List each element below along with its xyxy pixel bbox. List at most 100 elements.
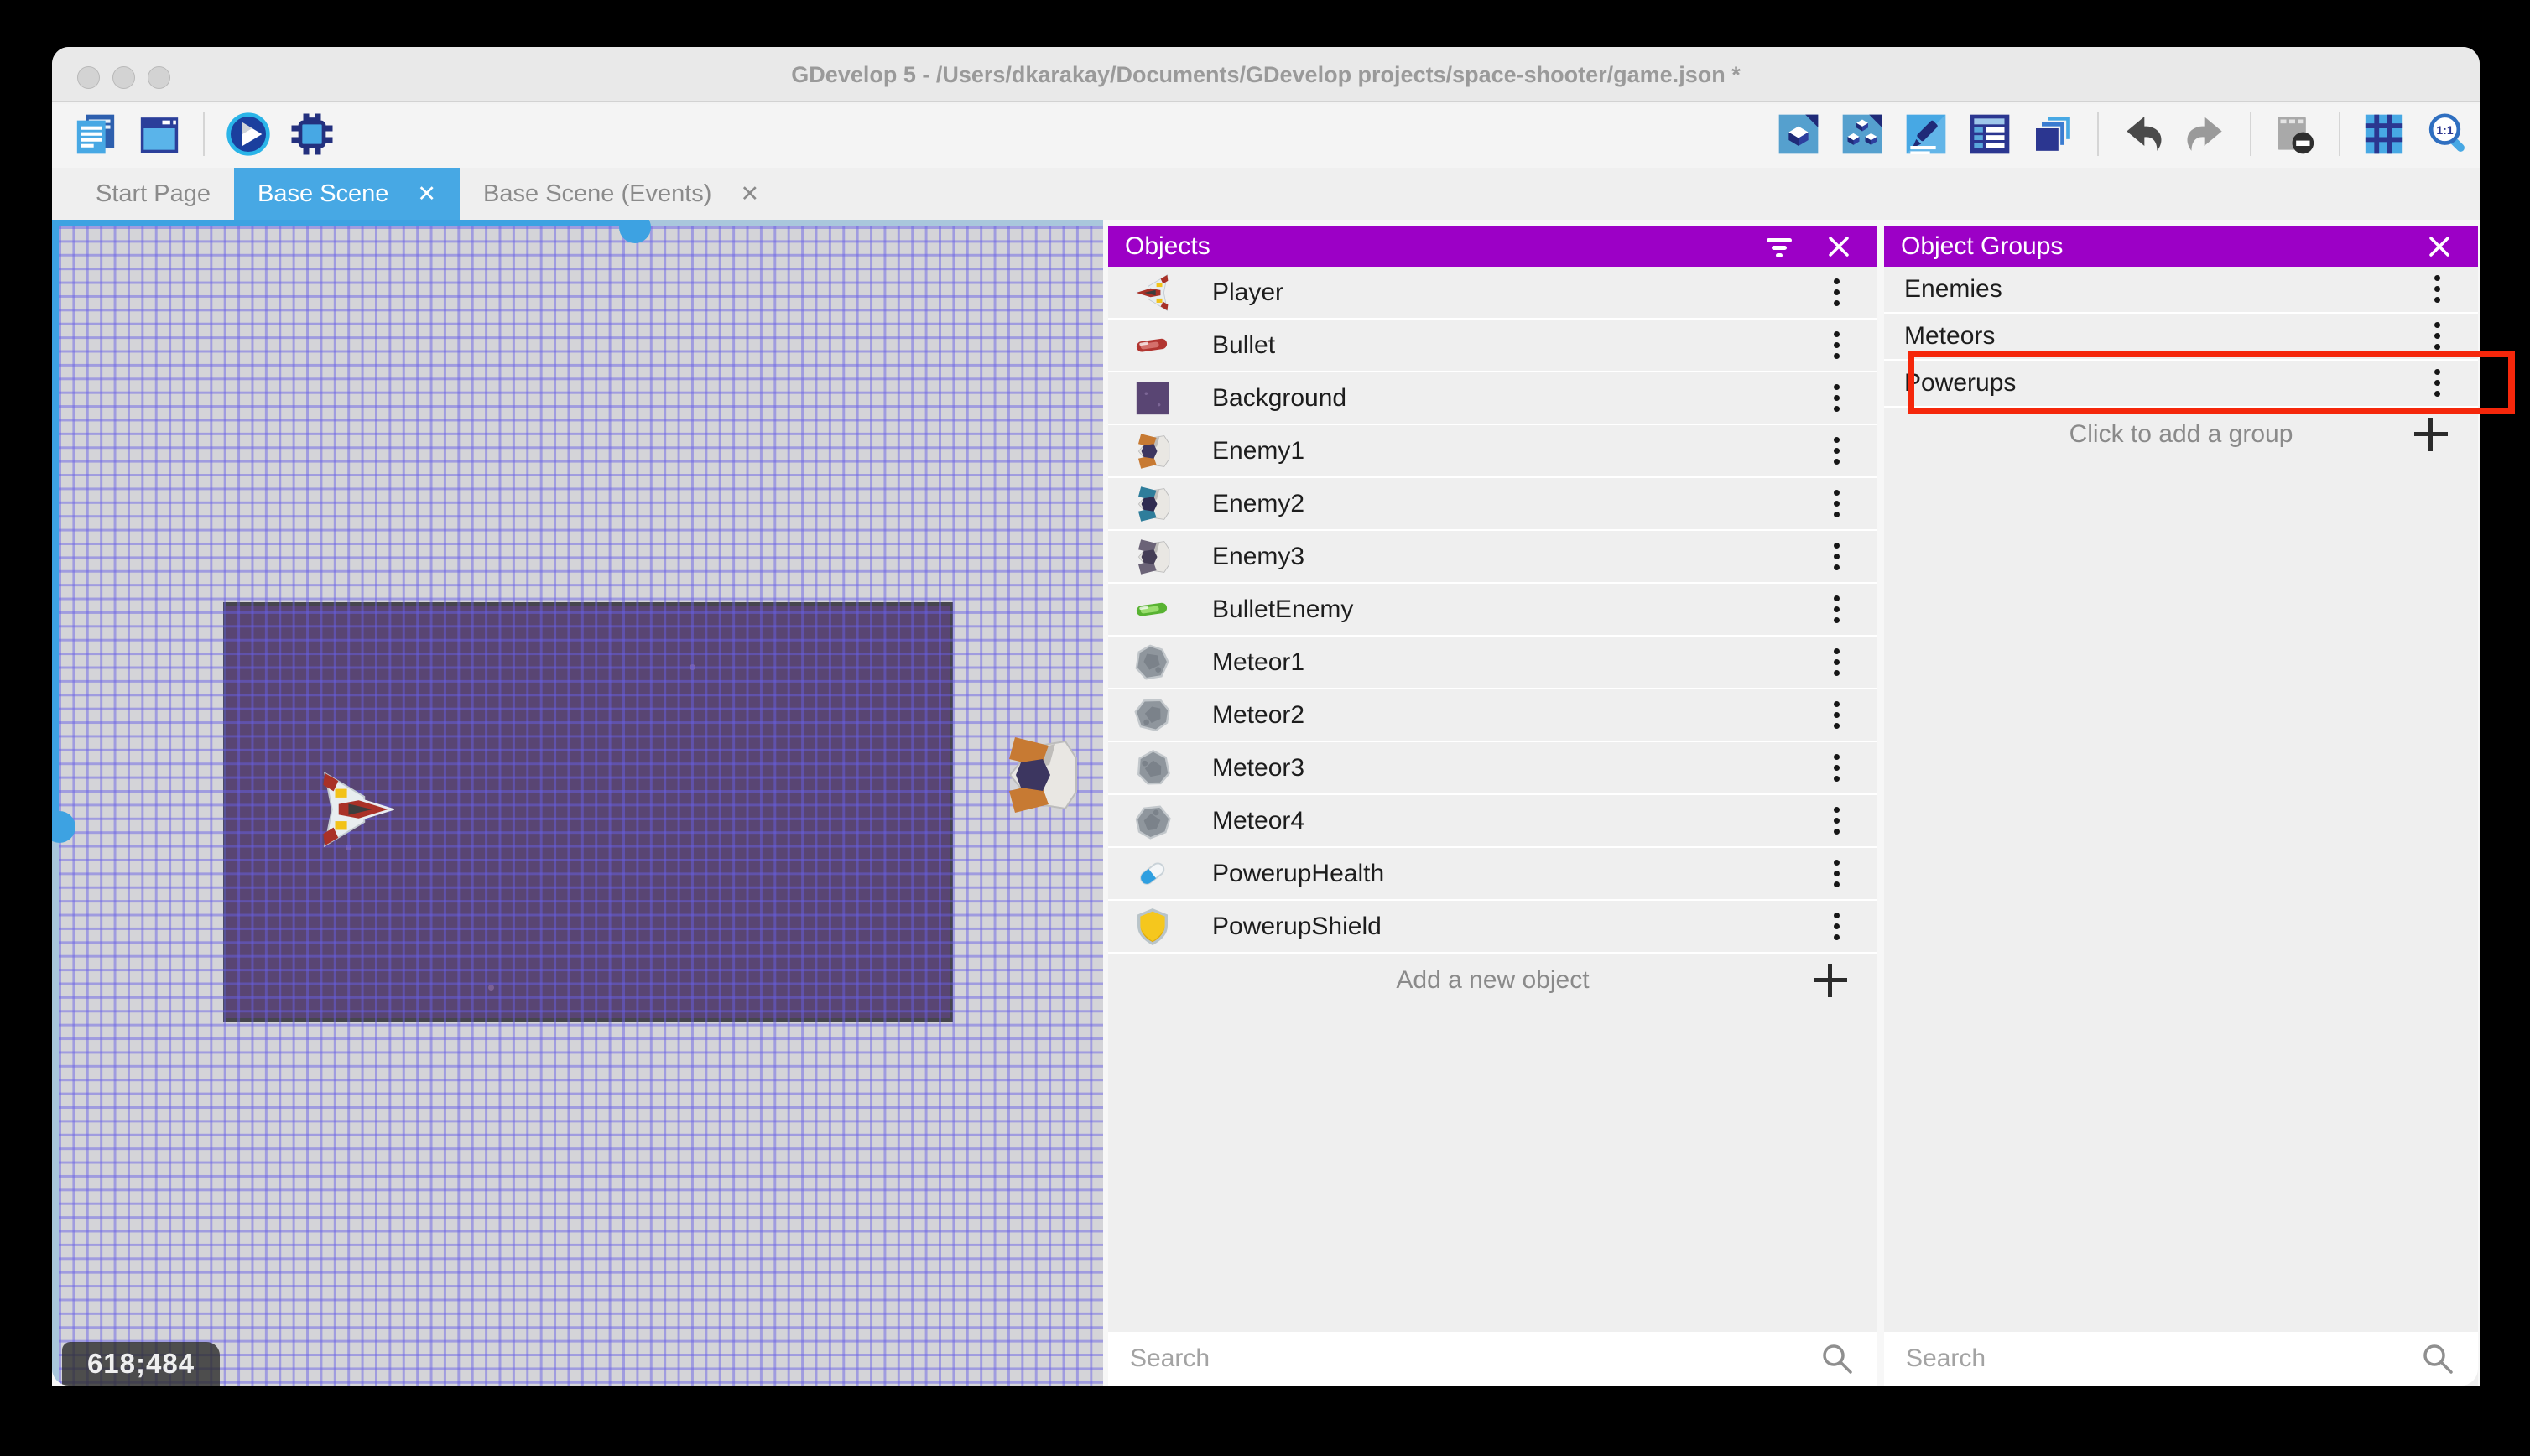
tab-close-icon[interactable]: ✕ <box>417 181 436 207</box>
object-groups-panel-title: Object Groups <box>1901 232 2064 260</box>
object-menu-icon[interactable] <box>1834 857 1840 891</box>
object-row-player[interactable]: Player <box>1108 267 1877 320</box>
objects-search-input[interactable] <box>1108 1344 1819 1373</box>
tab-label: Base Scene (Events) <box>483 179 712 207</box>
object-menu-icon[interactable] <box>1834 910 1840 944</box>
player-sprite[interactable] <box>315 770 396 848</box>
object-row-powerupshield[interactable]: PowerupShield <box>1108 901 1877 954</box>
object-menu-icon[interactable] <box>1834 276 1840 309</box>
object-label: Meteor4 <box>1212 806 1305 835</box>
toolbar-separator <box>2339 112 2340 156</box>
objects-panel-title: Objects <box>1125 232 1210 260</box>
background-icon <box>1133 379 1172 418</box>
object-row-bullet[interactable]: Bullet <box>1108 320 1877 372</box>
object-label: PowerupHealth <box>1212 859 1385 887</box>
bullet-enemy-icon <box>1133 590 1172 629</box>
main-toolbar: 1:1 <box>52 104 2480 168</box>
meteor1-icon <box>1133 643 1172 682</box>
object-row-meteor1[interactable]: Meteor1 <box>1108 637 1877 689</box>
toolbar-separator <box>2097 112 2099 156</box>
object-menu-icon[interactable] <box>1834 487 1840 521</box>
enemy-sprite[interactable] <box>998 733 1082 824</box>
objects-search-bar <box>1108 1332 1877 1386</box>
plus-icon <box>1814 963 1847 997</box>
object-row-poweruphealth[interactable]: PowerupHealth <box>1108 848 1877 901</box>
object-label: PowerupShield <box>1212 912 1382 940</box>
object-label: Enemy1 <box>1212 436 1305 465</box>
vertical-scrollbar[interactable] <box>52 220 75 1386</box>
grid-icon[interactable] <box>2359 109 2409 159</box>
close-icon[interactable] <box>1820 228 1857 265</box>
group-menu-icon[interactable] <box>2434 367 2441 400</box>
group-label: Powerups <box>1904 369 2017 397</box>
tab-base-scene[interactable]: Base Scene ✕ <box>234 168 461 220</box>
zoom-1-1-icon[interactable]: 1:1 <box>2423 109 2473 159</box>
bullet-icon <box>1133 326 1172 365</box>
horizontal-scrollbar[interactable] <box>52 220 1103 243</box>
object-menu-icon[interactable] <box>1834 751 1840 785</box>
add-object-label: Add a new object <box>1396 965 1590 994</box>
enemy3-icon <box>1133 538 1172 576</box>
object-row-enemy2[interactable]: Enemy2 <box>1108 478 1877 531</box>
object-row-meteor3[interactable]: Meteor3 <box>1108 742 1877 795</box>
group-label: Enemies <box>1904 275 2002 303</box>
object-menu-icon[interactable] <box>1834 646 1840 679</box>
object-menu-icon[interactable] <box>1834 540 1840 574</box>
object-row-meteor2[interactable]: Meteor2 <box>1108 689 1877 742</box>
group-menu-icon[interactable] <box>2434 273 2441 306</box>
object-label: Enemy3 <box>1212 542 1305 570</box>
plus-icon <box>2414 417 2448 451</box>
redo-icon[interactable] <box>2181 109 2231 159</box>
add-group-label: Click to add a group <box>2069 419 2293 448</box>
object-editor-icon[interactable] <box>1773 109 1824 159</box>
object-menu-icon[interactable] <box>1834 382 1840 415</box>
scene-window-icon[interactable] <box>134 109 185 159</box>
groups-search-bar <box>1884 1332 2478 1386</box>
object-label: Enemy2 <box>1212 489 1305 517</box>
object-groups-editor-icon[interactable] <box>1837 109 1887 159</box>
add-group-button[interactable]: Click to add a group <box>1884 408 2478 460</box>
layers-icon[interactable] <box>2028 109 2079 159</box>
group-menu-icon[interactable] <box>2434 320 2441 353</box>
filter-icon[interactable] <box>1762 228 1799 265</box>
scene-canvas[interactable]: 618;484 <box>52 220 1103 1386</box>
object-menu-icon[interactable] <box>1834 329 1840 362</box>
play-icon[interactable] <box>223 109 273 159</box>
group-label: Meteors <box>1904 322 1996 350</box>
objects-panel: Objects Player Bullet Background Enemy1 … <box>1108 226 1877 1386</box>
object-label: Meteor2 <box>1212 700 1305 729</box>
meteor2-icon <box>1133 696 1172 735</box>
object-row-enemy3[interactable]: Enemy3 <box>1108 531 1877 584</box>
debug-icon[interactable] <box>287 109 337 159</box>
object-menu-icon[interactable] <box>1834 593 1840 627</box>
object-row-bulletenemy[interactable]: BulletEnemy <box>1108 584 1877 637</box>
powerup-health-icon <box>1133 855 1172 893</box>
undo-icon[interactable] <box>2117 109 2168 159</box>
powerup-shield-icon <box>1133 907 1172 946</box>
meteor4-icon <box>1133 802 1172 840</box>
player-icon <box>1132 273 1172 312</box>
project-manager-icon[interactable] <box>70 109 121 159</box>
groups-search-input[interactable] <box>1884 1344 2419 1373</box>
app-window: GDevelop 5 - /Users/dkarakay/Documents/G… <box>52 47 2515 1386</box>
group-row-powerups[interactable]: Powerups <box>1884 351 2515 414</box>
instances-list-icon[interactable] <box>1965 109 2015 159</box>
add-object-button[interactable]: Add a new object <box>1108 954 1877 1006</box>
object-label: Meteor3 <box>1212 753 1305 782</box>
group-row-meteors[interactable]: Meteors <box>1884 314 2478 361</box>
object-menu-icon[interactable] <box>1834 434 1840 468</box>
close-icon[interactable] <box>2421 228 2458 265</box>
group-row-enemies[interactable]: Enemies <box>1884 267 2478 314</box>
object-menu-icon[interactable] <box>1834 699 1840 732</box>
object-row-meteor4[interactable]: Meteor4 <box>1108 795 1877 848</box>
tab-base-scene-events-[interactable]: Base Scene (Events) ✕ <box>460 168 783 220</box>
properties-icon[interactable] <box>1901 109 1951 159</box>
objects-panel-header: Objects <box>1108 226 1877 267</box>
toolbar-separator <box>2250 112 2251 156</box>
object-row-background[interactable]: Background <box>1108 372 1877 425</box>
object-row-enemy1[interactable]: Enemy1 <box>1108 425 1877 478</box>
tab-start-page[interactable]: Start Page <box>72 168 234 220</box>
tab-close-icon[interactable]: ✕ <box>740 181 759 207</box>
object-menu-icon[interactable] <box>1834 804 1840 838</box>
mask-icon[interactable] <box>2270 109 2320 159</box>
